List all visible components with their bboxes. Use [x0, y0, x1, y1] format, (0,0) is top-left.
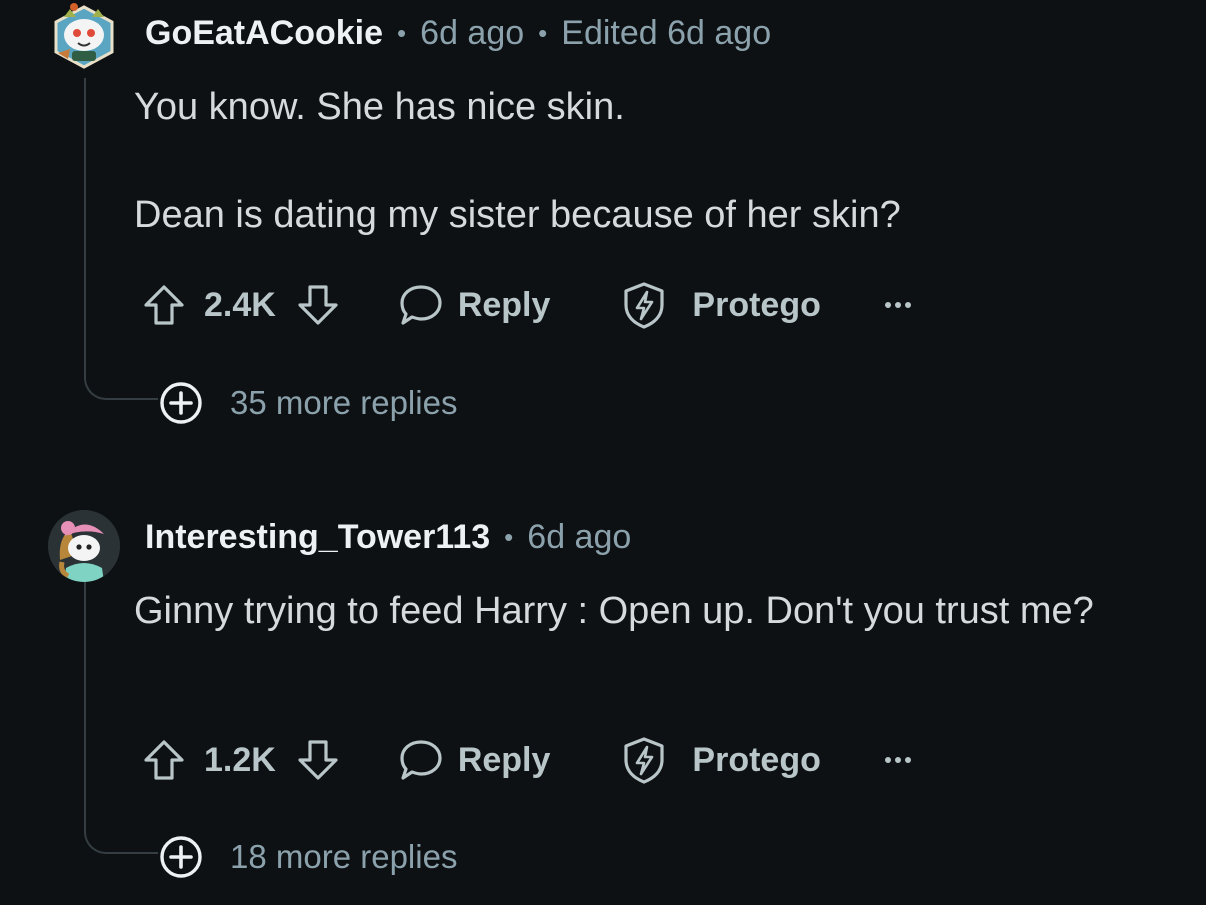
- protego-label: Protego: [692, 740, 821, 779]
- avatar[interactable]: [48, 510, 120, 582]
- reply-button[interactable]: Reply: [398, 282, 551, 328]
- snoo-avatar-pink-hat-icon: [48, 510, 120, 582]
- reply-button[interactable]: Reply: [398, 737, 551, 783]
- ellipsis-icon[interactable]: [883, 755, 913, 765]
- protego-award-button[interactable]: Protego: [622, 281, 821, 329]
- more-replies-label: 35 more replies: [230, 384, 458, 421]
- ellipsis-icon[interactable]: [883, 300, 913, 310]
- separator-dot: •: [397, 18, 407, 48]
- reply-label: Reply: [457, 285, 551, 324]
- vote-count: 2.4K: [204, 285, 276, 324]
- timestamp: 6d ago: [527, 518, 632, 556]
- plus-circle-icon: [158, 380, 204, 426]
- comment-text: You know. She has nice skin.: [134, 86, 625, 128]
- arrow-up-icon[interactable]: [142, 283, 186, 327]
- speech-bubble-icon: [398, 737, 444, 783]
- protego-award-button[interactable]: Protego: [622, 736, 821, 784]
- arrow-up-icon[interactable]: [142, 738, 186, 782]
- separator-dot: •: [538, 18, 548, 48]
- shield-lightning-icon: [622, 281, 666, 329]
- comment-header: GoEatACookie • 6d ago • Edited 6d ago: [145, 14, 771, 53]
- username[interactable]: GoEatACookie: [145, 14, 383, 53]
- protego-label: Protego: [692, 285, 821, 324]
- comment-thread: GoEatACookie • 6d ago • Edited 6d ago Yo…: [0, 0, 1206, 905]
- arrow-down-icon[interactable]: [296, 738, 340, 782]
- edited-label: Edited 6d ago: [561, 14, 772, 52]
- comment-actions: 1.2K Reply Protego: [142, 732, 913, 788]
- more-replies-label: 18 more replies: [230, 838, 458, 875]
- comment-text: Dean is dating my sister because of her …: [134, 194, 901, 236]
- snoo-avatar-tiger-icon: [54, 3, 114, 69]
- arrow-down-icon[interactable]: [296, 283, 340, 327]
- timestamp: 6d ago: [420, 14, 525, 52]
- vote-count: 1.2K: [204, 740, 276, 779]
- plus-circle-icon: [158, 834, 204, 880]
- more-replies-button[interactable]: 35 more replies: [158, 380, 457, 426]
- speech-bubble-icon: [398, 282, 444, 328]
- comment: Interesting_Tower113 • 6d ago Ginny tryi…: [0, 498, 1206, 905]
- shield-lightning-icon: [622, 736, 666, 784]
- separator-dot: •: [504, 522, 514, 552]
- comment-header: Interesting_Tower113 • 6d ago: [145, 518, 631, 557]
- comment-text: Ginny trying to feed Harry : Open up. Do…: [134, 590, 1094, 632]
- reply-label: Reply: [457, 740, 551, 779]
- username[interactable]: Interesting_Tower113: [145, 518, 490, 557]
- comment-actions: 2.4K Reply Protego: [142, 277, 913, 333]
- comment: GoEatACookie • 6d ago • Edited 6d ago Yo…: [0, 0, 1206, 450]
- more-replies-button[interactable]: 18 more replies: [158, 834, 457, 880]
- avatar[interactable]: [50, 3, 118, 71]
